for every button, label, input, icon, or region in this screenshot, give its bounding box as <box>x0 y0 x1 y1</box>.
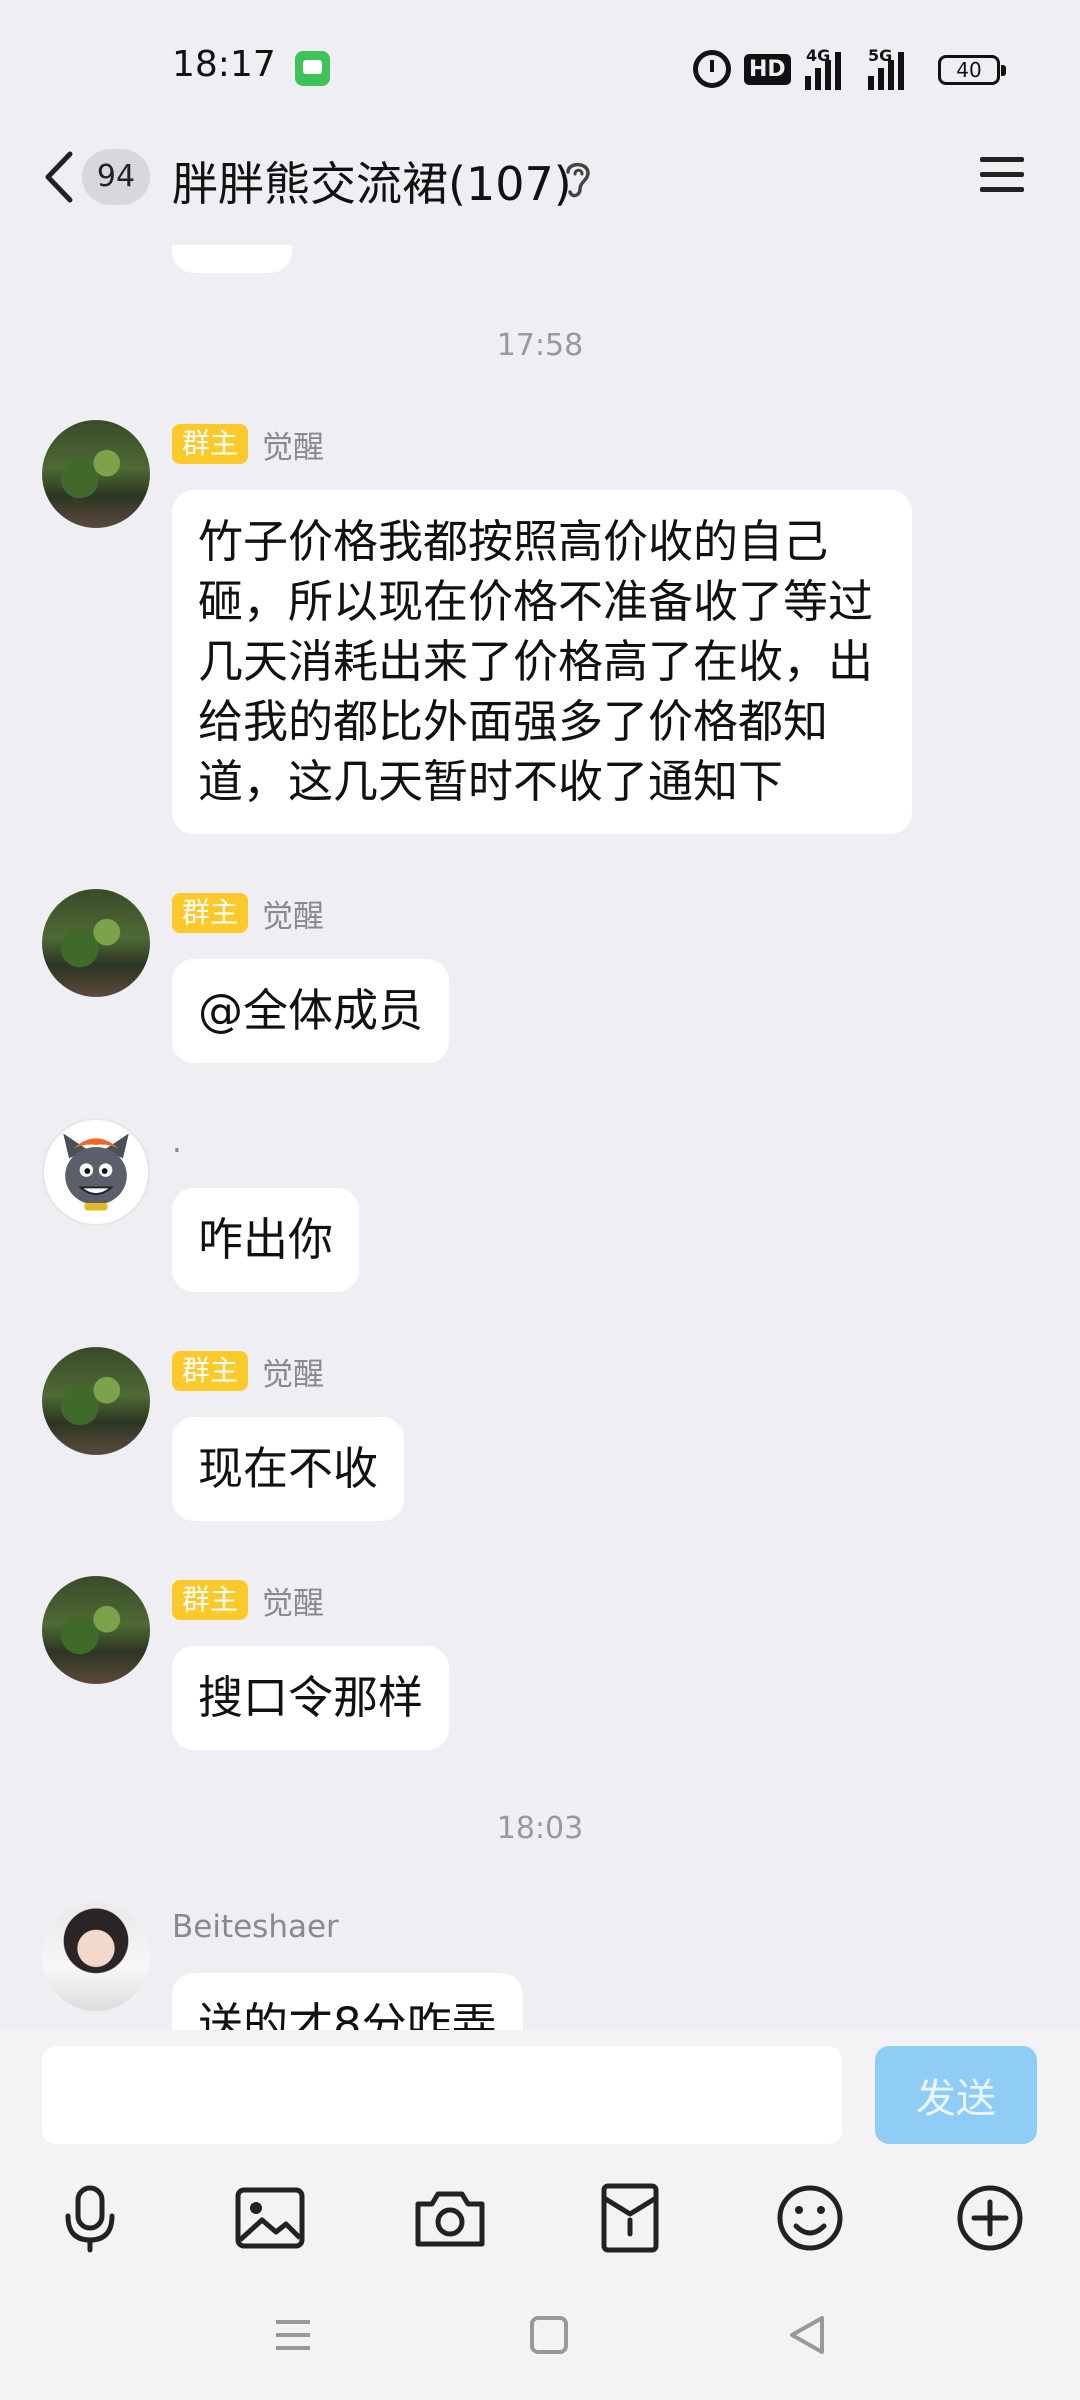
message-bubble[interactable]: 送的才8分咋弄 <box>172 1973 523 2030</box>
avatar[interactable] <box>42 1576 150 1684</box>
status-time: 18:17 <box>172 44 276 85</box>
owner-badge: 群主 <box>172 1351 249 1391</box>
owner-badge: 群主 <box>172 893 249 933</box>
owner-badge: 群主 <box>172 424 249 464</box>
sender-name: 觉醒 <box>262 898 325 935</box>
system-nav-bar <box>0 2270 1080 2400</box>
unread-count-badge[interactable]: 94 <box>82 149 150 205</box>
timestamp: 17:58 <box>496 328 584 363</box>
message-bubble-partial <box>172 245 292 273</box>
back-arrow-icon[interactable] <box>40 150 84 204</box>
wolf-avatar-icon <box>63 1133 129 1211</box>
sender-name: 觉醒 <box>262 429 325 466</box>
message-bubble[interactable]: 竹子价格我都按照高价收的自己砸，所以现在价格不准备收了等过几天消耗出来了价格高了… <box>172 490 912 834</box>
avatar[interactable] <box>42 1903 150 2011</box>
sender-name: . <box>172 1124 182 1160</box>
emoji-icon[interactable] <box>772 2180 848 2256</box>
owner-badge: 群主 <box>172 1580 249 1620</box>
status-bar: 18:17 HD 4G 5G 40 <box>0 0 1080 137</box>
sender-name: Beiteshaer <box>172 1909 339 1945</box>
avatar[interactable] <box>42 1347 150 1455</box>
home-nav-icon[interactable] <box>524 2310 574 2360</box>
chat-title[interactable]: 胖胖熊交流裙(107) <box>172 148 572 214</box>
message-app-icon <box>295 51 330 86</box>
camera-icon[interactable] <box>412 2180 488 2256</box>
sender-name: 觉醒 <box>262 1585 325 1622</box>
alarm-icon <box>693 50 731 88</box>
signal-5g-icon <box>868 50 914 90</box>
image-icon[interactable] <box>232 2180 308 2256</box>
back-nav-icon[interactable] <box>782 2310 832 2360</box>
timestamp: 18:03 <box>496 1811 584 1846</box>
message-bubble[interactable]: 咋出你 <box>172 1188 360 1292</box>
avatar[interactable] <box>42 889 150 997</box>
sender-name: 觉醒 <box>262 1356 325 1393</box>
menu-icon[interactable] <box>978 153 1026 197</box>
hd-icon: HD <box>744 54 791 85</box>
microphone-icon[interactable] <box>52 2180 128 2256</box>
message-meta: . <box>172 1120 182 1164</box>
message-input[interactable] <box>42 2046 842 2144</box>
red-packet-icon[interactable] <box>592 2180 668 2256</box>
battery-icon: 40 <box>938 55 1006 85</box>
message-bubble[interactable]: 搜口令那样 <box>172 1646 450 1750</box>
message-list[interactable]: 17:58 群主 觉醒 竹子价格我都按照高价收的自己砸，所以现在价格不准备收了等… <box>0 245 1080 2030</box>
message-meta: 群主 觉醒 <box>172 422 324 466</box>
plus-icon[interactable] <box>952 2180 1028 2256</box>
message-meta: 群主 觉醒 <box>172 1349 324 1393</box>
ear-icon[interactable] <box>558 156 598 200</box>
message-meta: Beiteshaer <box>172 1905 339 1949</box>
avatar[interactable] <box>42 420 150 528</box>
message-bubble[interactable]: 现在不收 <box>172 1417 405 1521</box>
send-button[interactable]: 发送 <box>875 2046 1037 2144</box>
message-meta: 群主 觉醒 <box>172 1578 324 1622</box>
avatar[interactable] <box>42 1118 150 1226</box>
signal-4g-icon <box>805 50 851 90</box>
menu-nav-icon[interactable] <box>268 2310 318 2360</box>
message-bubble[interactable]: @全体成员 <box>172 959 450 1063</box>
message-meta: 群主 觉醒 <box>172 891 324 935</box>
